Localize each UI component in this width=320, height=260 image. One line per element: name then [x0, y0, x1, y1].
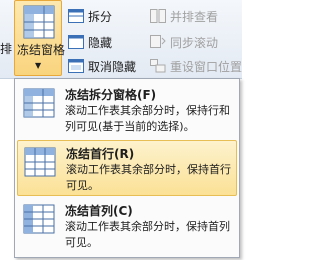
chevron-down-icon: ▼	[35, 61, 42, 70]
view-side-by-side-label: 并排查看	[170, 9, 219, 24]
freeze-panes-large-icon	[23, 5, 55, 39]
hide-window-icon	[68, 35, 84, 49]
menu-item-description: 滚动工作表其余部分时，保持首行可见。	[66, 163, 231, 192]
reset-window-position-button[interactable]: 重设窗口位置	[150, 56, 242, 76]
menu-item-freeze-panes[interactable]: 冻结拆分窗格(F) 滚动工作表其余部分时，保持行和列可见(基于当前的选择)。	[17, 82, 237, 138]
menu-item-title: 冻结首行(R)	[66, 147, 135, 161]
freeze-panes-icon	[23, 88, 55, 118]
unhide-label: 取消隐藏	[88, 59, 137, 74]
menu-item-description: 滚动工作表其余部分时，保持首列可见。	[65, 220, 230, 249]
menu-item-freeze-first-column[interactable]: 冻结首列(C) 滚动工作表其余部分时，保持首列可见。	[17, 198, 237, 254]
unhide-button[interactable]: 取消隐藏	[68, 56, 136, 76]
split-button[interactable]: 拆分	[68, 6, 112, 26]
freeze-panes-menu: 冻结拆分窗格(F) 滚动工作表其余部分时，保持行和列可见(基于当前的选择)。 冻…	[14, 78, 240, 258]
sync-scroll-label: 同步滚动	[170, 35, 219, 50]
split-icon	[68, 9, 84, 23]
menu-item-freeze-top-row[interactable]: 冻结首行(R) 滚动工作表其余部分时，保持首行可见。	[17, 140, 237, 196]
menu-item-title: 冻结拆分窗格(F)	[65, 88, 157, 102]
menu-item-description: 滚动工作表其余部分时，保持行和列可见(基于当前的选择)。	[65, 104, 230, 133]
reset-window-position-label: 重设窗口位置	[170, 59, 243, 74]
hide-button[interactable]: 隐藏	[68, 32, 112, 52]
menu-item-title: 冻结首列(C)	[65, 204, 133, 218]
sync-scroll-button[interactable]: 同步滚动	[150, 32, 218, 52]
sync-scroll-icon	[150, 35, 166, 48]
freeze-top-row-icon	[24, 147, 56, 177]
freeze-first-column-icon	[23, 204, 55, 234]
unhide-window-icon	[68, 59, 84, 73]
ribbon-window-group: 排 冻结窗格 ▼ 拆分 隐藏 取消隐藏 并排查看 同步滚动 重设窗口位置	[0, 0, 242, 79]
cut-off-label: 排	[0, 42, 13, 56]
reset-window-icon	[150, 59, 166, 73]
side-by-side-icon	[150, 9, 166, 23]
freeze-panes-label: 冻结窗格	[17, 43, 66, 57]
hide-label: 隐藏	[88, 35, 113, 50]
view-side-by-side-button[interactable]: 并排查看	[150, 6, 218, 26]
split-label: 拆分	[88, 9, 113, 24]
freeze-panes-button[interactable]: 冻结窗格 ▼	[14, 0, 66, 76]
